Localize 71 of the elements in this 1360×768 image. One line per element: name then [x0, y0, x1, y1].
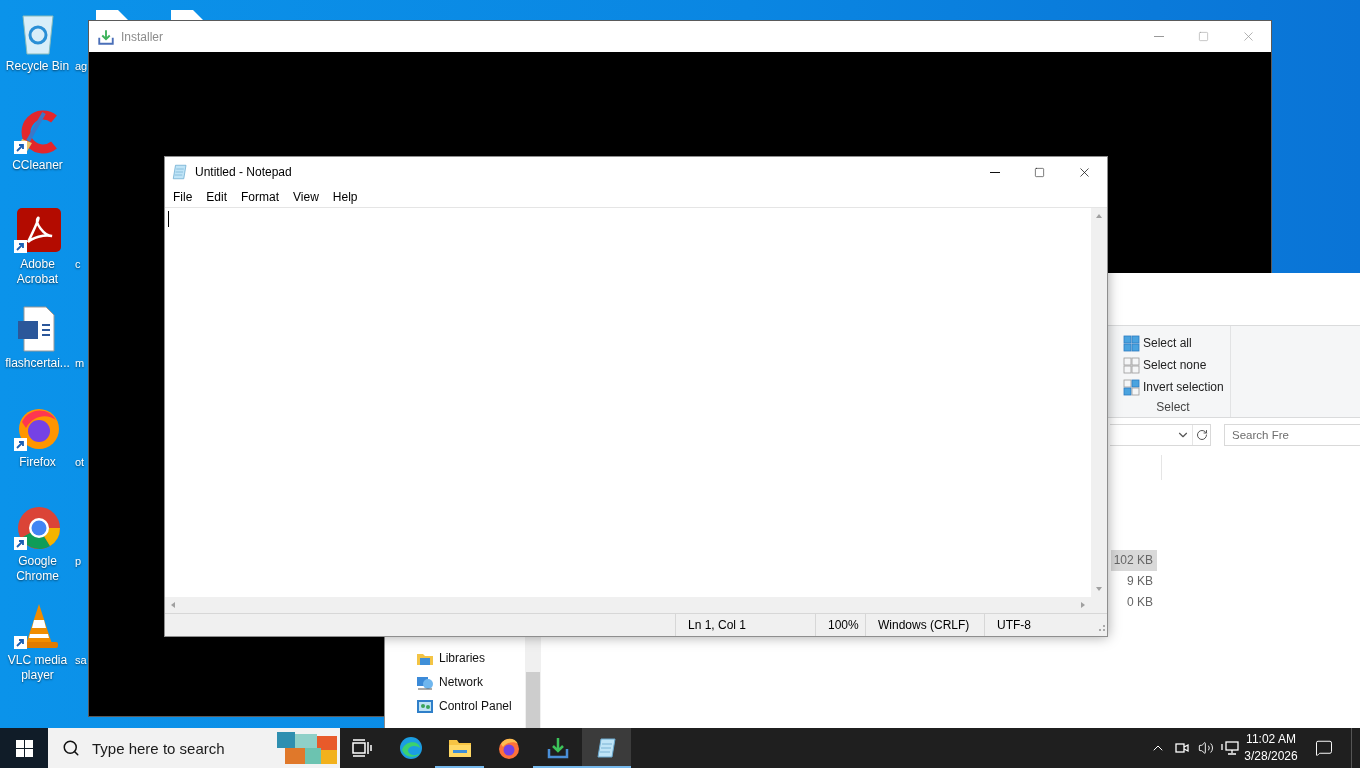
window-title: Untitled - Notepad	[195, 165, 292, 179]
menu-item[interactable]: Format	[234, 187, 287, 207]
task-view-icon	[352, 739, 372, 757]
file-size[interactable]: 102 KB	[1111, 550, 1157, 571]
nav-item[interactable]: Network	[385, 670, 525, 694]
menu-item[interactable]: File	[166, 187, 200, 207]
group-label: Select	[1156, 400, 1190, 414]
refresh-button[interactable]	[1192, 425, 1210, 445]
notepad-icon	[594, 736, 619, 760]
minimize-icon	[989, 171, 1000, 173]
notepad-icon	[171, 163, 189, 181]
status-text: Ln 1, Col 1	[675, 614, 815, 636]
desktop-icon-label[interactable]: c	[75, 257, 81, 272]
scroll-thumb[interactable]	[526, 672, 540, 728]
desktop-icon[interactable]: Adobe Acrobat	[0, 204, 75, 303]
maximize-icon	[1198, 31, 1209, 42]
desktop-icon[interactable]: VLC media player	[0, 600, 75, 699]
desktop-icon[interactable]: Firefox	[0, 402, 75, 501]
menu-item[interactable]: Edit	[199, 187, 235, 207]
file-size[interactable]: 0 KB	[1111, 592, 1157, 613]
download-icon	[97, 27, 115, 46]
desktop-icon-label[interactable]: ag	[75, 59, 88, 74]
desktop-icon-label[interactable]: p	[75, 554, 82, 569]
desktop-icon-label[interactable]: m	[75, 356, 85, 371]
text-cursor	[168, 211, 169, 227]
minimize-icon	[1153, 36, 1164, 37]
status-text: 100%	[815, 614, 865, 636]
search-icon	[62, 739, 80, 757]
desktop-icon[interactable]: Google Chrome	[0, 501, 75, 600]
taskbar-button[interactable]	[582, 728, 631, 768]
ribbon-button[interactable]: Select none	[1116, 354, 1207, 376]
select-grid-icon	[1123, 334, 1140, 352]
desktop-icon-label[interactable]: ot	[75, 455, 85, 470]
browser-icon	[496, 736, 521, 760]
scroll-down-icon[interactable]	[1095, 585, 1103, 593]
select-grid-icon	[1123, 356, 1140, 374]
maximize-icon	[1034, 166, 1045, 178]
ribbon-button[interactable]: Invert selection	[1116, 376, 1224, 398]
start-button[interactable]	[0, 728, 48, 768]
scrollbar[interactable]	[525, 637, 541, 728]
nav-item[interactable]: Libraries	[385, 646, 525, 670]
file-size[interactable]: 9 KB	[1111, 571, 1157, 592]
message-icon	[1315, 739, 1333, 757]
search-input[interactable]: Type here to search	[90, 738, 265, 758]
status-text: UTF-8	[984, 614, 1091, 636]
desktop-icon[interactable]: CCleaner	[0, 105, 75, 204]
select-grid-icon	[1123, 378, 1140, 396]
menu-item[interactable]: View	[286, 187, 326, 207]
clock[interactable]: 11:02 AM 3/28/2026	[1242, 728, 1300, 768]
scroll-right-icon[interactable]	[1079, 601, 1087, 609]
control-panel-icon	[416, 697, 434, 715]
nav-item[interactable]: Control Panel	[385, 694, 525, 718]
status-text: Windows (CRLF)	[865, 614, 984, 636]
menu-item[interactable]: Help	[325, 187, 365, 207]
puzzle-icon	[275, 730, 339, 766]
search-field[interactable]: Search Fre	[1224, 424, 1360, 446]
refresh-icon	[1195, 429, 1208, 441]
scroll-left-icon[interactable]	[169, 601, 177, 609]
window-title: Installer	[121, 29, 164, 44]
desktop-icon[interactable]: Recycle Bin	[0, 6, 75, 105]
ribbon-button[interactable]: Select all	[1116, 332, 1192, 354]
desktop-icon[interactable]: flashcertai...	[0, 303, 75, 402]
scrollbar[interactable]	[1091, 208, 1107, 597]
windows-icon	[15, 739, 33, 757]
download-icon	[545, 736, 570, 760]
browser-icon	[398, 736, 423, 760]
close-icon	[1241, 29, 1256, 44]
search-field[interactable]: Type here to search	[48, 728, 340, 768]
scrollbar[interactable]	[165, 597, 1107, 613]
scroll-up-icon[interactable]	[1095, 212, 1103, 220]
desktop-icon-label[interactable]: sa	[75, 653, 87, 668]
